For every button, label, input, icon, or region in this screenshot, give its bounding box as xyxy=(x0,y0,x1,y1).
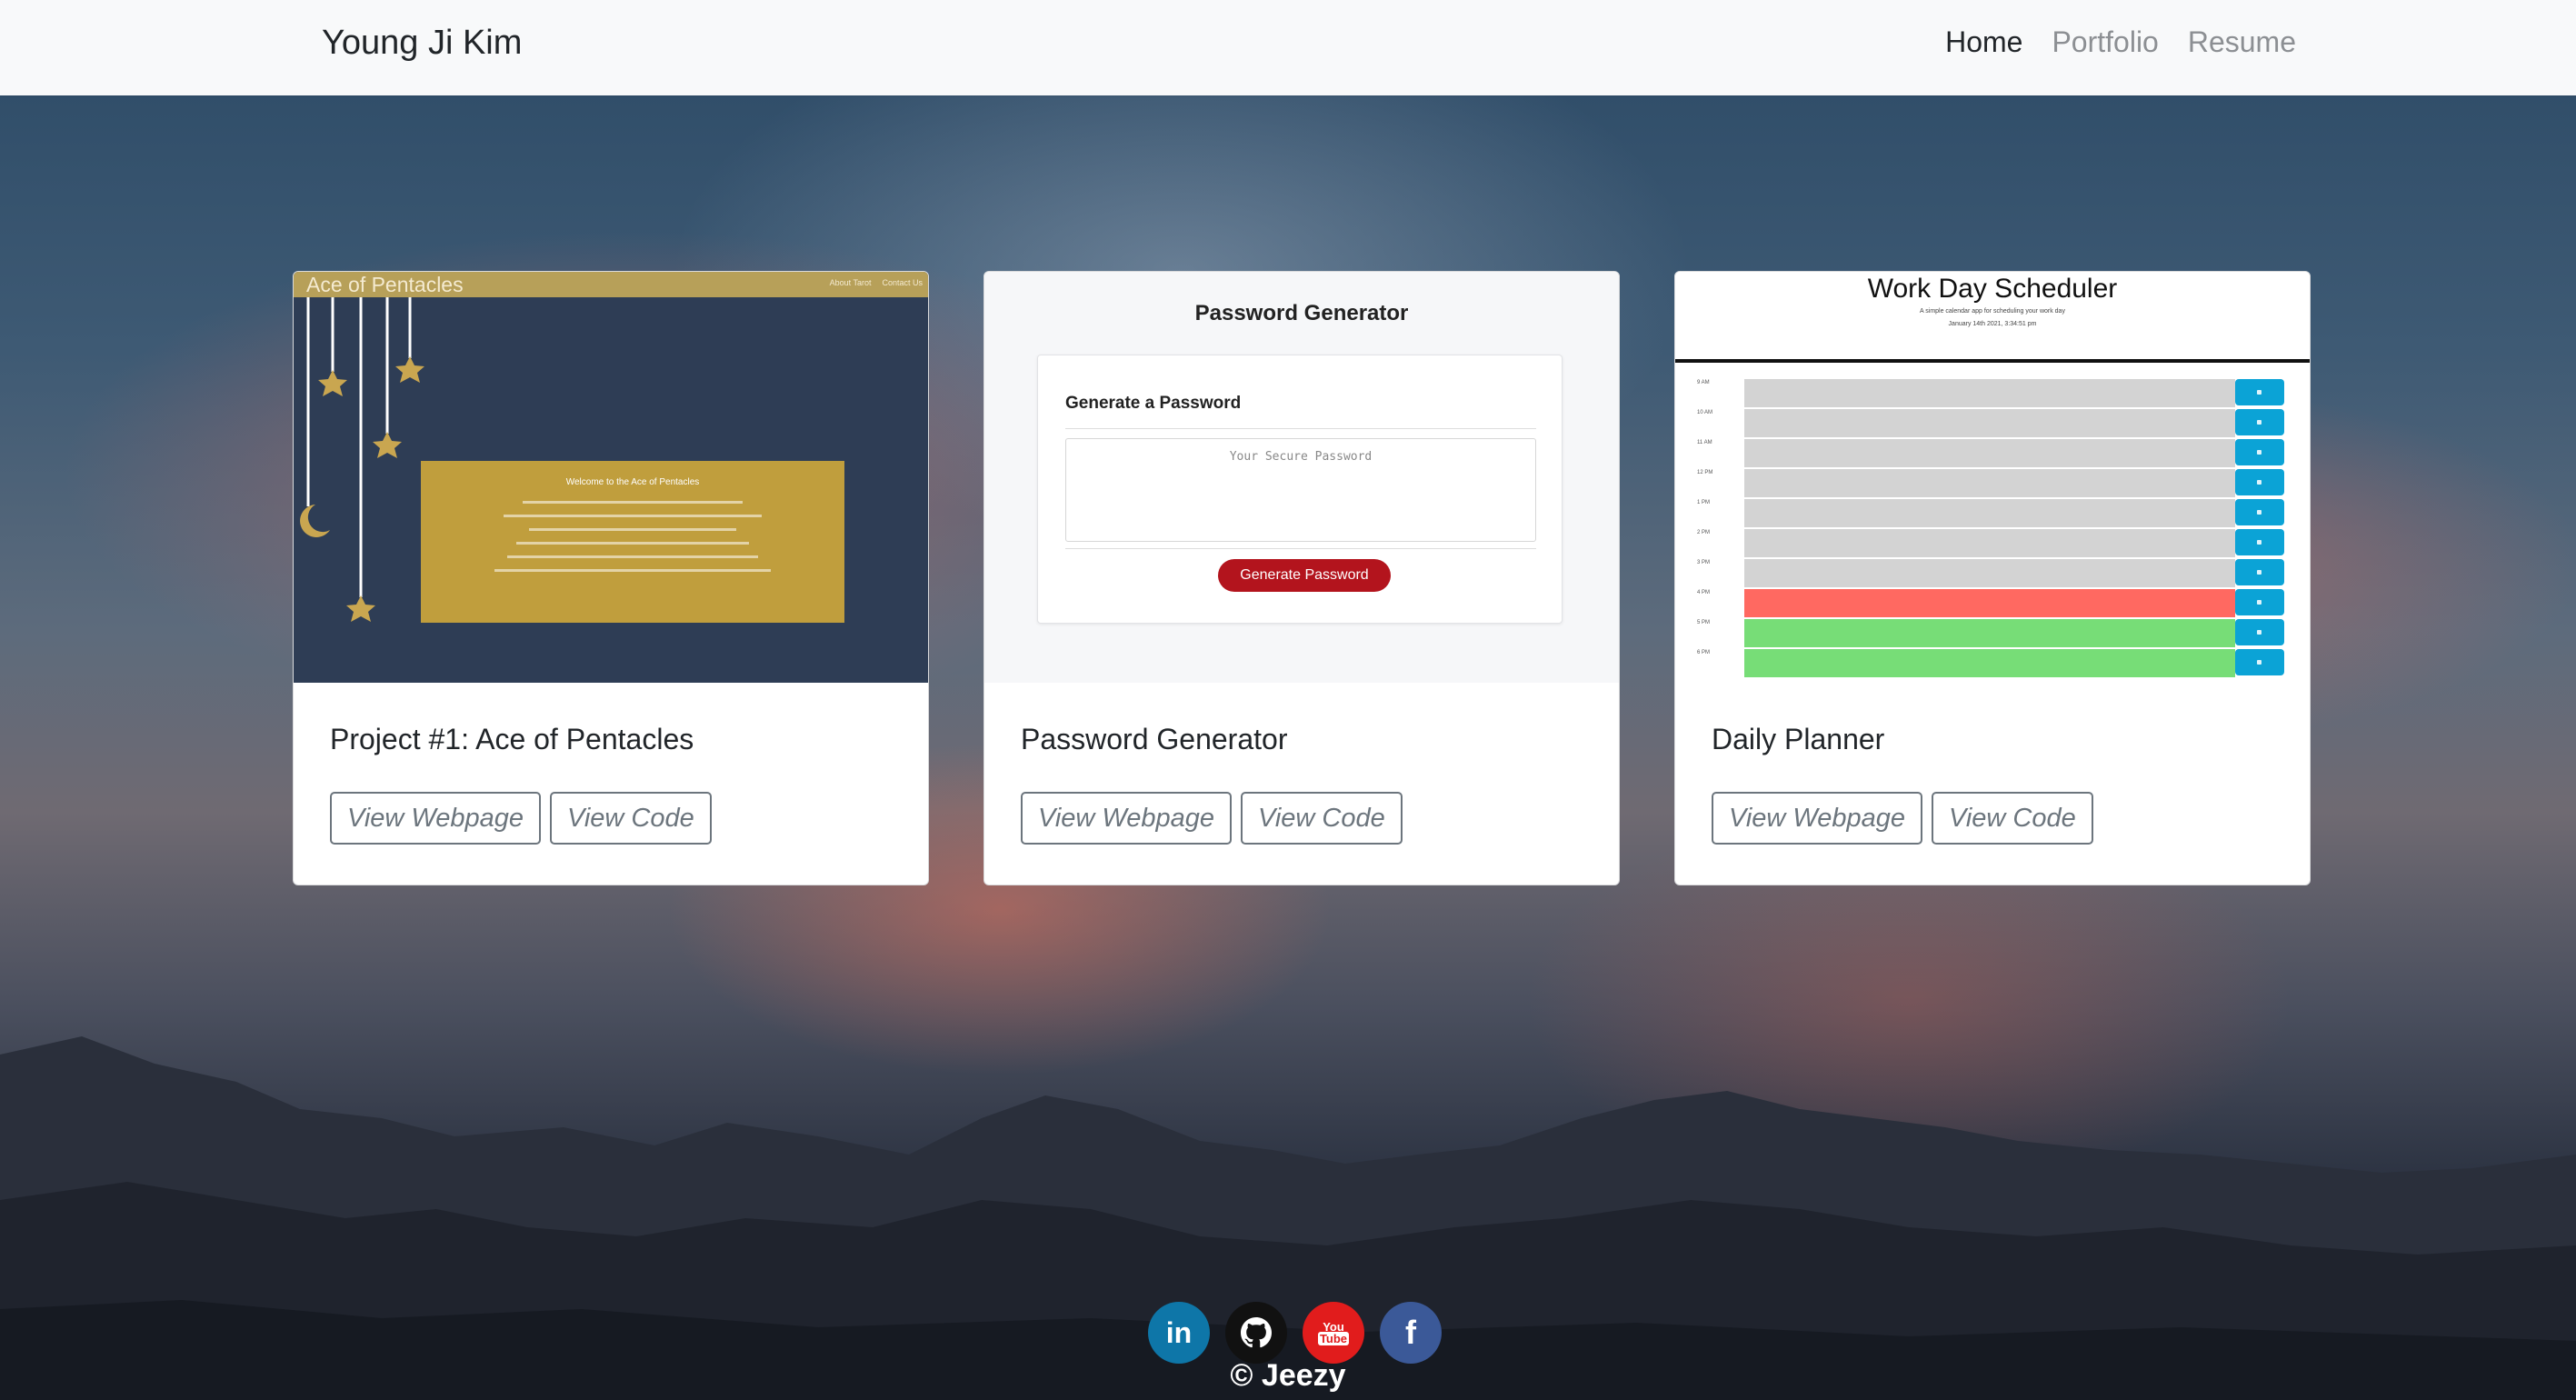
preview-time-block-past xyxy=(1744,528,2235,557)
preview-time-block: 4 PM xyxy=(1692,588,2306,618)
divider xyxy=(1065,548,1536,549)
password-generator-preview: Password Generator Generate a Password Y… xyxy=(984,272,1619,683)
preview-time-block: 10 AM xyxy=(1692,408,2306,438)
card-title: Daily Planner xyxy=(1712,723,1885,755)
preview-generate-button: Generate Password xyxy=(1218,559,1391,592)
preview-hour-label: 3 PM xyxy=(1697,560,1711,565)
preview-save-icon xyxy=(2235,499,2284,525)
preview-card-title: Generate a Password xyxy=(1065,394,1242,413)
preview-hour-label: 10 AM xyxy=(1697,410,1713,415)
facebook-icon[interactable]: f xyxy=(1380,1302,1442,1364)
navbar: Young Ji Kim Home Portfolio Resume xyxy=(0,0,2576,95)
view-code-button[interactable]: View Code xyxy=(1932,792,2093,845)
nav-link-portfolio[interactable]: Portfolio xyxy=(2052,25,2158,59)
preview-hour-label: 4 PM xyxy=(1697,590,1711,595)
preview-time-block: 12 PM xyxy=(1692,468,2306,498)
preview-time-block: 6 PM xyxy=(1692,648,2306,678)
preview-date: January 14th 2021, 3:34:51 pm xyxy=(1948,321,2037,327)
work-day-scheduler-preview: Work Day Scheduler A simple calendar app… xyxy=(1675,272,2310,683)
preview-welcome-box: Welcome to the Ace of Pentacles xyxy=(421,461,844,623)
preview-time-block-future xyxy=(1744,618,2235,647)
preview-save-icon xyxy=(2235,619,2284,645)
preview-text-lines xyxy=(475,501,790,583)
nav-links: Home Portfolio Resume xyxy=(1945,25,2296,59)
card-title: Project #1: Ace of Pentacles xyxy=(330,723,694,755)
view-webpage-button[interactable]: View Webpage xyxy=(330,792,542,845)
preview-time-block-past xyxy=(1744,498,2235,527)
project-card-daily-planner: Work Day Scheduler A simple calendar app… xyxy=(1674,271,2311,885)
preview-hour-label: 6 PM xyxy=(1697,650,1711,655)
ace-of-pentacles-preview: Ace of Pentacles About Tarot Contact Us xyxy=(294,272,928,683)
preview-time-block: 9 AM xyxy=(1692,378,2306,408)
nav-link-home[interactable]: Home xyxy=(1945,25,2022,59)
project-screenshot[interactable]: Work Day Scheduler A simple calendar app… xyxy=(1675,272,2310,683)
preview-hour-label: 5 PM xyxy=(1697,620,1711,625)
preview-save-icon xyxy=(2235,409,2284,435)
github-icon[interactable] xyxy=(1225,1302,1287,1364)
preview-save-icon xyxy=(2235,649,2284,675)
nav-link-resume[interactable]: Resume xyxy=(2188,25,2296,59)
card-title: Password Generator xyxy=(1021,723,1288,755)
preview-card: Generate a Password Your Secure Password… xyxy=(1037,355,1563,624)
preview-hour-label: 12 PM xyxy=(1697,470,1713,475)
view-webpage-button[interactable]: View Webpage xyxy=(1712,792,1923,845)
preview-time-block-past xyxy=(1744,378,2235,407)
preview-time-block-past xyxy=(1744,468,2235,497)
preview-save-icon xyxy=(2235,379,2284,405)
social-links: in You Tube f xyxy=(1148,1302,1442,1364)
preview-time-block: 3 PM xyxy=(1692,558,2306,588)
view-webpage-button[interactable]: View Webpage xyxy=(1021,792,1233,845)
card-buttons: View Webpage View Code xyxy=(330,792,712,845)
project-card-ace-of-pentacles: Ace of Pentacles About Tarot Contact Us xyxy=(293,271,929,885)
preview-time-block-present xyxy=(1744,588,2235,617)
preview-divider xyxy=(1675,359,2310,363)
preview-save-icon xyxy=(2235,469,2284,495)
preview-time-block-past xyxy=(1744,558,2235,587)
project-card-password-generator: Password Generator Generate a Password Y… xyxy=(983,271,1620,885)
view-code-button[interactable]: View Code xyxy=(550,792,712,845)
preview-time-block: 11 AM xyxy=(1692,438,2306,468)
preview-page-title: Work Day Scheduler xyxy=(1867,274,2118,304)
preview-time-block: 1 PM xyxy=(1692,498,2306,528)
preview-subtitle: A simple calendar app for scheduling you… xyxy=(1920,308,2065,315)
preview-time-block-past xyxy=(1744,438,2235,467)
preview-save-icon xyxy=(2235,559,2284,585)
preview-hour-label: 9 AM xyxy=(1697,380,1710,385)
preview-hour-label: 1 PM xyxy=(1697,500,1711,505)
navbar-brand[interactable]: Young Ji Kim xyxy=(322,24,522,63)
card-buttons: View Webpage View Code xyxy=(1712,792,2093,845)
preview-page-title: Password Generator xyxy=(1194,301,1409,325)
preview-hour-label: 11 AM xyxy=(1697,440,1712,445)
view-code-button[interactable]: View Code xyxy=(1241,792,1403,845)
copyright: © Jeezy xyxy=(1230,1358,1346,1393)
preview-hour-label: 2 PM xyxy=(1697,530,1711,535)
project-screenshot[interactable]: Ace of Pentacles About Tarot Contact Us xyxy=(294,272,928,683)
preview-time-blocks: 9 AM 10 AM 11 AM 12 PM 1 PM 2 PM 3 PM 4 PM 5 PM 6… xyxy=(1692,378,2306,678)
youtube-icon[interactable]: You Tube xyxy=(1303,1302,1364,1364)
preview-password-textarea: Your Secure Password xyxy=(1065,438,1536,542)
preview-time-block: 5 PM xyxy=(1692,618,2306,648)
preview-save-icon xyxy=(2235,439,2284,465)
card-buttons: View Webpage View Code xyxy=(1021,792,1403,845)
preview-welcome-title: Welcome to the Ace of Pentacles xyxy=(565,477,700,487)
project-screenshot[interactable]: Password Generator Generate a Password Y… xyxy=(984,272,1619,683)
preview-save-icon xyxy=(2235,529,2284,555)
preview-placeholder: Your Secure Password xyxy=(1229,450,1373,464)
preview-time-block: 2 PM xyxy=(1692,528,2306,558)
preview-time-block-future xyxy=(1744,648,2235,677)
divider xyxy=(1065,428,1536,429)
preview-time-block-past xyxy=(1744,408,2235,437)
preview-save-icon xyxy=(2235,589,2284,615)
linkedin-icon[interactable]: in xyxy=(1148,1302,1210,1364)
